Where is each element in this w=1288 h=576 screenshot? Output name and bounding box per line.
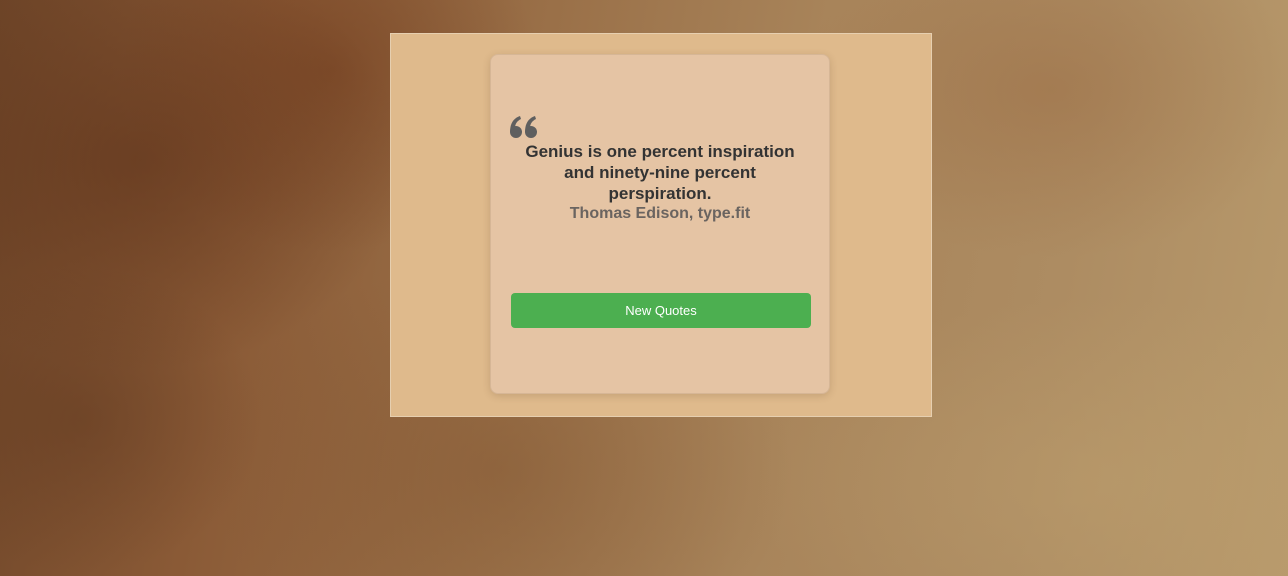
quote-author: Thomas Edison, type.fit [569, 205, 751, 222]
quote-left-icon [510, 116, 537, 138]
quote-text: Genius is one percent inspiration and ni… [525, 142, 795, 203]
quote-card: Genius is one percent inspiration and ni… [490, 54, 830, 394]
new-quote-button[interactable]: New Quotes [511, 293, 811, 328]
page-frame: Genius is one percent inspiration and ni… [390, 33, 932, 417]
